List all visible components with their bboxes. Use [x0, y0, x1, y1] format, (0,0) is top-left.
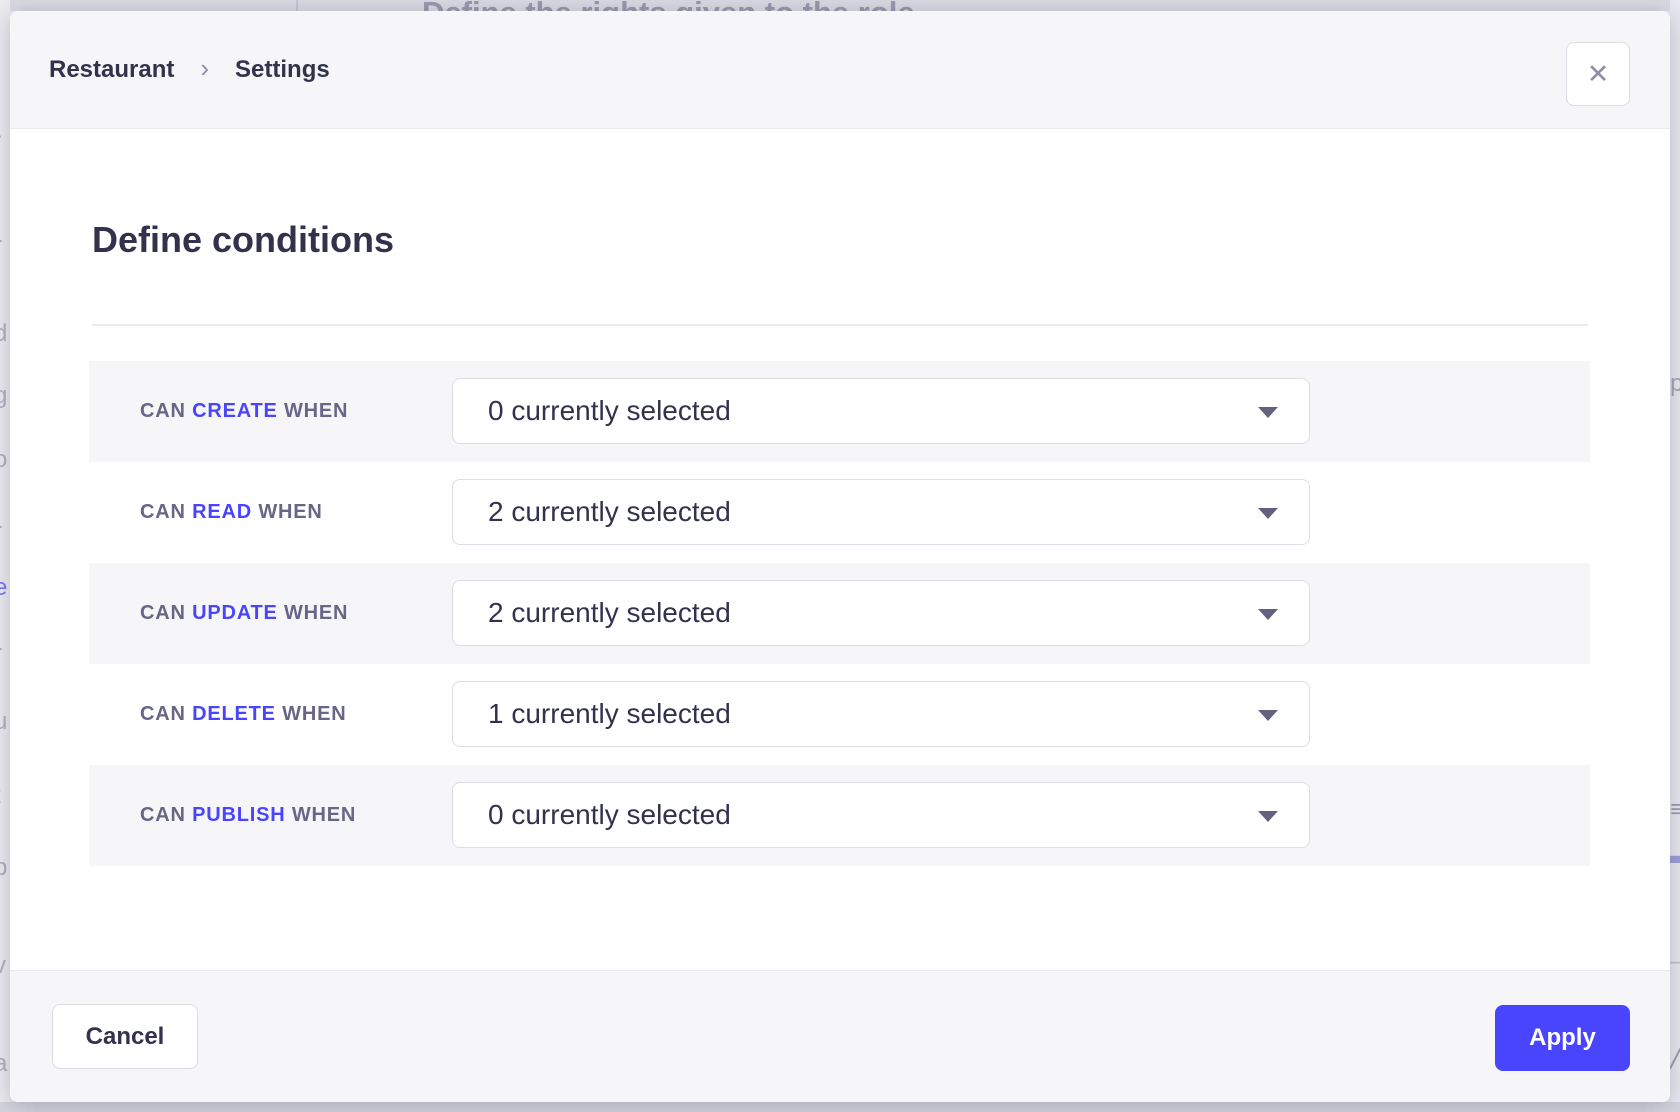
- background-text-fragment: e: [0, 576, 7, 600]
- breadcrumb: Restaurant › Settings: [49, 11, 330, 129]
- condition-row-create: CAN CREATE WHEN 0 currently selected: [89, 361, 1590, 462]
- background-text-fragment: r: [0, 234, 2, 258]
- label-prefix: CAN: [140, 501, 186, 523]
- modal-footer: Cancel Apply: [10, 970, 1670, 1102]
- background-text-fragment: v: [0, 954, 6, 978]
- background-text-fragment: p: [0, 856, 7, 880]
- conditions-rows: CAN CREATE WHEN 0 currently selected CAN…: [89, 361, 1590, 866]
- close-button[interactable]: ✕: [1566, 42, 1630, 106]
- condition-label: CAN CREATE WHEN: [140, 400, 348, 423]
- background-text-fragment: a: [0, 1052, 7, 1076]
- label-action: CREATE: [192, 400, 278, 422]
- condition-row-read: CAN READ WHEN 2 currently selected: [89, 462, 1590, 563]
- condition-label: CAN PUBLISH WHEN: [140, 804, 356, 827]
- conditions-select-create[interactable]: 0 currently selected: [452, 378, 1310, 444]
- condition-label: CAN DELETE WHEN: [140, 703, 346, 726]
- conditions-select-delete[interactable]: 1 currently selected: [452, 681, 1310, 747]
- label-prefix: CAN: [140, 804, 186, 826]
- label-suffix: WHEN: [282, 703, 346, 725]
- select-value: 1 currently selected: [488, 698, 731, 730]
- caret-down-icon: [1258, 811, 1278, 822]
- background-text-fragment: ╱: [1670, 1044, 1680, 1068]
- background-text-fragment: u: [0, 710, 7, 734]
- background-text-fragment: —: [1670, 950, 1680, 974]
- close-icon: ✕: [1587, 61, 1610, 88]
- modal-body: Define conditions CAN CREATE WHEN 0 curr…: [10, 130, 1670, 970]
- label-action: PUBLISH: [192, 804, 285, 826]
- label-action: READ: [192, 501, 252, 523]
- label-suffix: WHEN: [292, 804, 356, 826]
- conditions-select-publish[interactable]: 0 currently selected: [452, 782, 1310, 848]
- conditions-select-update[interactable]: 2 currently selected: [452, 580, 1310, 646]
- caret-down-icon: [1258, 407, 1278, 418]
- background-text-fragment: r: [0, 642, 2, 666]
- label-suffix: WHEN: [258, 501, 322, 523]
- label-prefix: CAN: [140, 703, 186, 725]
- cancel-button[interactable]: Cancel: [52, 1004, 198, 1069]
- background-text-fragment: ≡: [1670, 798, 1680, 822]
- label-prefix: CAN: [140, 602, 186, 624]
- background-text-fragment: o: [0, 448, 7, 472]
- background-text-fragment: -: [0, 124, 2, 148]
- background-text-fragment: r: [0, 520, 2, 544]
- modal-header: Restaurant › Settings ✕: [10, 11, 1670, 129]
- page-title: Define conditions: [92, 218, 394, 261]
- condition-row-delete: CAN DELETE WHEN 1 currently selected: [89, 664, 1590, 765]
- condition-row-publish: CAN PUBLISH WHEN 0 currently selected: [89, 765, 1590, 866]
- label-action: DELETE: [192, 703, 276, 725]
- select-value: 2 currently selected: [488, 597, 731, 629]
- label-suffix: WHEN: [284, 602, 348, 624]
- background-text-fragment: d: [0, 322, 7, 346]
- background-text-fragment: p: [1670, 372, 1680, 396]
- caret-down-icon: [1258, 508, 1278, 519]
- condition-label: CAN READ WHEN: [140, 501, 323, 524]
- condition-label: CAN UPDATE WHEN: [140, 602, 348, 625]
- background-text-fragment: ▬: [1670, 844, 1680, 868]
- background-divider: [296, 0, 298, 11]
- background-text-fragment: t: [0, 784, 1, 808]
- chevron-right-icon: ›: [200, 53, 209, 84]
- background-page-bottom-strip: [0, 1102, 1680, 1112]
- background-page-heading: Define the rights given to the role: [422, 0, 915, 11]
- breadcrumb-item-settings: Settings: [235, 56, 330, 84]
- label-action: UPDATE: [192, 602, 278, 624]
- condition-row-update: CAN UPDATE WHEN 2 currently selected: [89, 563, 1590, 664]
- select-value: 0 currently selected: [488, 395, 731, 427]
- apply-button[interactable]: Apply: [1495, 1005, 1630, 1071]
- label-suffix: WHEN: [284, 400, 348, 422]
- label-prefix: CAN: [140, 400, 186, 422]
- background-text-fragment: g: [0, 384, 7, 408]
- title-divider: [92, 324, 1588, 326]
- background-page-right-strip: p ≡ ▬ — ╱: [1670, 0, 1680, 1112]
- select-value: 0 currently selected: [488, 799, 731, 831]
- background-page-left-strip: - r d g o r e r u t p v a: [0, 0, 10, 1112]
- background-page-top-strip: Define the rights given to the role: [0, 0, 1680, 11]
- conditions-select-read[interactable]: 2 currently selected: [452, 479, 1310, 545]
- conditions-modal: Restaurant › Settings ✕ Define condition…: [10, 11, 1670, 1102]
- select-value: 2 currently selected: [488, 496, 731, 528]
- breadcrumb-item-restaurant[interactable]: Restaurant: [49, 56, 174, 84]
- caret-down-icon: [1258, 710, 1278, 721]
- caret-down-icon: [1258, 609, 1278, 620]
